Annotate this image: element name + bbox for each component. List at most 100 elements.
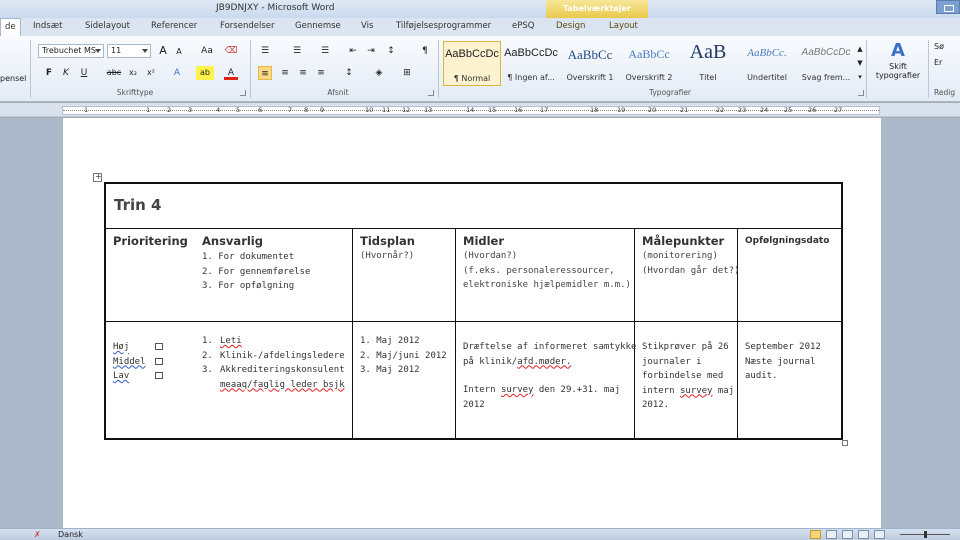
- print-layout-view-icon[interactable]: [810, 530, 821, 539]
- strikethrough-button[interactable]: abc: [104, 66, 124, 80]
- body-cell-prioritering[interactable]: Høj Middel Lav: [113, 340, 163, 384]
- bold-button[interactable]: F: [42, 66, 56, 80]
- tab-epsq[interactable]: ePSQ: [512, 21, 534, 31]
- style-heading-2[interactable]: AaBbCc Overskrift 2: [620, 41, 678, 86]
- tab-insert[interactable]: Indsæt: [33, 21, 62, 31]
- horizontal-ruler[interactable]: 1 1 2 3 4 5 6 7 8 9 10 11 12 13 14 15 16…: [0, 103, 960, 117]
- styles-dialog-launcher[interactable]: [858, 90, 864, 96]
- clear-formatting-icon[interactable]: ⌫: [224, 44, 238, 58]
- header-cell-tidsplan[interactable]: Tidsplan (Hvornår?): [360, 233, 415, 264]
- sort-icon[interactable]: ↕: [384, 44, 398, 58]
- header-cell-ansvarlig[interactable]: Ansvarlig 1. For dokumentet 2. For genne…: [202, 233, 310, 294]
- borders-icon[interactable]: ⊞: [400, 66, 414, 80]
- tab-references[interactable]: Referencer: [151, 21, 197, 31]
- table-resize-handle-icon[interactable]: [842, 440, 848, 446]
- list-item: 1. Leti: [202, 336, 242, 346]
- checkbox-icon[interactable]: [155, 372, 163, 379]
- font-dialog-launcher[interactable]: [240, 90, 246, 96]
- change-case-button[interactable]: Aa: [198, 44, 216, 58]
- numbering-icon[interactable]: ☰: [290, 44, 304, 58]
- increase-indent-icon[interactable]: ⇥: [364, 44, 378, 58]
- font-color-button[interactable]: A: [224, 66, 238, 80]
- gallery-scroll-down-icon[interactable]: ▼: [856, 56, 864, 70]
- table-heading[interactable]: Trin 4: [114, 196, 161, 214]
- zoom-slider-thumb[interactable]: [924, 531, 927, 538]
- checkbox-checked-icon[interactable]: [155, 343, 163, 350]
- priority-option-hoej[interactable]: Høj: [113, 340, 163, 355]
- grow-font-button[interactable]: A: [156, 44, 170, 58]
- style-heading-1[interactable]: AaBbCc Overskrift 1: [561, 41, 619, 86]
- header-cell-opfoelgningsdato[interactable]: Opfølgningsdato: [745, 233, 829, 249]
- chevron-down-icon[interactable]: [95, 49, 101, 53]
- style-sample: AaBbCcDc: [504, 47, 558, 59]
- gallery-more-icon[interactable]: ▾: [856, 70, 864, 84]
- tab-table-design[interactable]: Design: [556, 21, 585, 31]
- tab-add-ins[interactable]: Tilføjelsesprogrammer: [396, 21, 491, 31]
- ruler-number: 24: [760, 106, 769, 114]
- justify-icon[interactable]: ≡: [314, 66, 328, 80]
- body-cell-opfoelgningsdato[interactable]: September 2012 Næste journal audit.: [745, 340, 821, 384]
- tab-review[interactable]: Gennemse: [295, 21, 341, 31]
- change-styles-button[interactable]: A Skift typografier: [870, 40, 926, 86]
- show-formatting-button[interactable]: ¶: [418, 44, 432, 58]
- superscript-button[interactable]: x²: [144, 66, 158, 80]
- opf-line: September 2012: [745, 342, 821, 352]
- restore-window-button[interactable]: [936, 0, 960, 14]
- align-center-icon[interactable]: ≡: [278, 66, 292, 80]
- paragraph-dialog-launcher[interactable]: [428, 90, 434, 96]
- bullets-icon[interactable]: ☰: [258, 44, 272, 58]
- chevron-down-icon[interactable]: [142, 49, 148, 53]
- priority-option-middel[interactable]: Middel: [113, 355, 163, 370]
- tab-home[interactable]: de: [0, 18, 21, 36]
- tab-table-layout[interactable]: Layout: [609, 21, 638, 31]
- maalepunkter-hint: (Hvordan går det?): [642, 265, 740, 276]
- gallery-scroll-up-icon[interactable]: ▲: [856, 42, 864, 56]
- body-cell-tidsplan[interactable]: 1. Maj 2012 2. Maj/juni 2012 3. Maj 2012: [360, 334, 447, 378]
- list-item: 3. For opfølgning: [202, 281, 295, 291]
- shrink-font-button[interactable]: A: [172, 45, 186, 59]
- find-button[interactable]: Sø: [934, 42, 944, 51]
- replace-button[interactable]: Er: [934, 58, 942, 67]
- header-cell-maalepunkter[interactable]: Målepunkter (monitorering) (Hvordan går …: [642, 233, 740, 278]
- full-screen-view-icon[interactable]: [826, 530, 837, 539]
- draft-view-icon[interactable]: [874, 530, 885, 539]
- body-cell-maalepunkter[interactable]: Stikprøver på 26 journaler i forbindelse…: [642, 340, 734, 413]
- plan-table[interactable]: Trin 4 Prioritering Ansvarlig 1. For dok…: [104, 182, 843, 440]
- line-spacing-icon[interactable]: ↕: [342, 66, 356, 80]
- style-subtle-emphasis[interactable]: AaBbCcDc Svag frem...: [797, 41, 855, 86]
- list-item: 2. Klinik-/afdelingsledere: [202, 350, 345, 361]
- table-move-handle-icon[interactable]: [93, 172, 102, 182]
- group-label-font: Skrifttype: [116, 88, 154, 97]
- style-title[interactable]: AaB Titel: [679, 41, 737, 86]
- web-layout-view-icon[interactable]: [842, 530, 853, 539]
- proofing-error-icon[interactable]: ✗: [34, 530, 44, 539]
- tab-mailings[interactable]: Forsendelser: [220, 21, 274, 31]
- outline-view-icon[interactable]: [858, 530, 869, 539]
- style-no-spacing[interactable]: AaBbCcDc ¶ Ingen af...: [502, 41, 560, 86]
- header-cell-midler[interactable]: Midler (Hvordan?) (f.eks. personaleresso…: [463, 233, 631, 293]
- checkbox-icon[interactable]: [155, 357, 163, 365]
- decrease-indent-icon[interactable]: ⇤: [346, 44, 360, 58]
- italic-button[interactable]: K: [59, 66, 73, 80]
- align-right-icon[interactable]: ≡: [296, 66, 310, 80]
- tab-page-layout[interactable]: Sidelayout: [85, 21, 130, 31]
- font-name-combo[interactable]: Trebuchet MS: [38, 44, 104, 58]
- style-normal[interactable]: AaBbCcDc ¶ Normal: [443, 41, 501, 86]
- language-indicator[interactable]: Dansk: [58, 530, 83, 539]
- font-size-combo[interactable]: 11: [107, 44, 151, 58]
- highlight-button[interactable]: ab: [196, 66, 214, 80]
- header-cell-prioritering[interactable]: Prioritering: [113, 233, 188, 249]
- body-cell-ansvarlig[interactable]: 1. Leti 2. Klinik-/afdelingsledere 3. Akkre…: [202, 334, 345, 392]
- style-subtitle[interactable]: AaBbCc. Undertitel: [738, 41, 796, 86]
- tab-view[interactable]: Vis: [361, 21, 373, 31]
- body-cell-midler[interactable]: Dræftelse af informeret samtykke på klin…: [463, 340, 636, 412]
- multilevel-list-icon[interactable]: ☰: [318, 44, 332, 58]
- priority-option-lav[interactable]: Lav: [113, 369, 163, 384]
- underline-button[interactable]: U: [77, 66, 91, 80]
- align-left-icon[interactable]: ≡: [258, 66, 272, 80]
- shading-icon[interactable]: ◈: [372, 66, 386, 80]
- format-painter-label[interactable]: pensel: [0, 74, 26, 83]
- subscript-button[interactable]: x₂: [126, 66, 140, 80]
- text-effects-button[interactable]: A: [170, 66, 184, 80]
- ruler-number: 8: [304, 106, 309, 114]
